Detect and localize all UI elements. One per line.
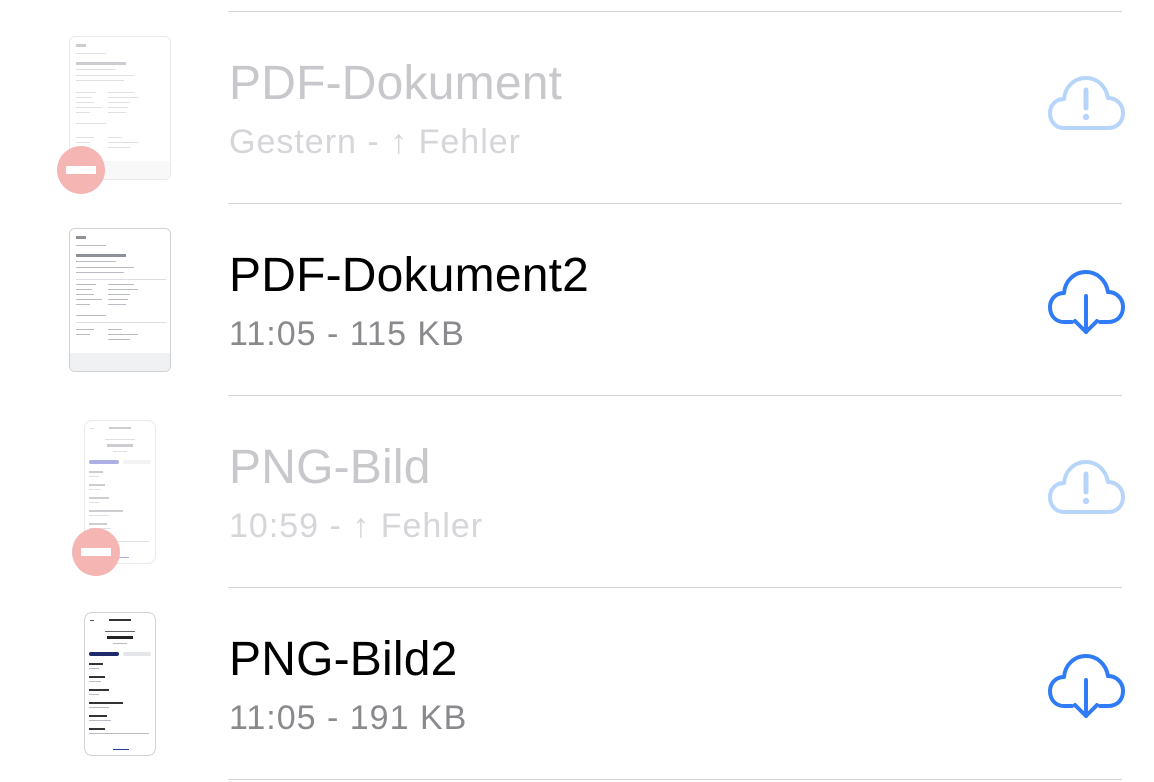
file-subtitle: 11:05 - 191 KB	[229, 699, 468, 737]
file-row-pdf-dokument[interactable]: PDF-Dokument Gestern - ↑ Fehler	[0, 12, 1154, 204]
png-thumbnail	[84, 612, 156, 756]
file-title: PNG-Bild	[229, 441, 431, 494]
file-subtitle: Gestern - ↑ Fehler	[229, 123, 521, 161]
file-title: PNG-Bild2	[229, 633, 458, 686]
cloud-alert-icon[interactable]	[1046, 454, 1126, 526]
file-row-png-bild2[interactable]: PNG-Bild2 11:05 - 191 KB	[0, 588, 1154, 780]
file-list: PDF-Dokument Gestern - ↑ Fehler PDF-Doku…	[0, 0, 1154, 782]
cloud-alert-icon[interactable]	[1046, 70, 1126, 142]
error-badge-icon	[57, 146, 105, 194]
file-title: PDF-Dokument2	[229, 249, 590, 302]
file-subtitle: 11:05 - 115 KB	[229, 315, 465, 353]
file-row-png-bild[interactable]: PNG-Bild 10:59 - ↑ Fehler	[0, 396, 1154, 588]
file-title: PDF-Dokument	[229, 57, 563, 110]
cloud-download-icon[interactable]	[1046, 266, 1126, 338]
cloud-download-icon[interactable]	[1046, 650, 1126, 722]
file-subtitle: 10:59 - ↑ Fehler	[229, 507, 484, 545]
file-row-pdf-dokument2[interactable]: PDF-Dokument2 11:05 - 115 KB	[0, 204, 1154, 396]
divider	[228, 779, 1122, 780]
pdf-thumbnail	[69, 228, 171, 372]
error-badge-icon	[72, 528, 120, 576]
